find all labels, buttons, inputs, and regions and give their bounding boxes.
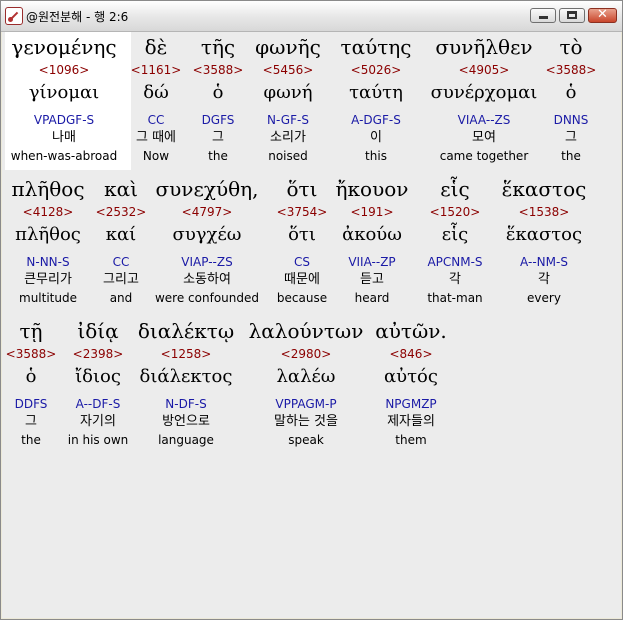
close-button[interactable]: ✕ (588, 7, 617, 23)
token-korean: 그 (565, 130, 577, 145)
token-greek: ἕκαστος (501, 177, 587, 201)
token-greek: αὐτῶν. (375, 319, 447, 343)
token-lemma: αὐτός (384, 366, 438, 387)
token-lemma: ἕκαστος (505, 224, 583, 245)
token-strong: <3588> (545, 63, 597, 77)
word-token[interactable]: τὸ <3588> ὁ DNNS 그 the (491, 32, 621, 170)
app-window: @원전분해 - 행 2:6 ✕ γενομένης <1096> γίνομαι VP… (0, 0, 623, 620)
minimize-button[interactable] (530, 8, 556, 23)
maximize-button[interactable] (559, 8, 585, 23)
interlinear-view: γενομένης <1096> γίνομαι VPADGF-S 나매 when-was… (2, 32, 621, 618)
window-title: @원전분해 - 행 2:6 (26, 10, 129, 24)
maximize-icon (567, 11, 577, 19)
token-english: them (395, 433, 427, 447)
token-english: every (527, 291, 561, 305)
word-token[interactable]: αὐτῶν. <846> αὐτός NPGMZP 제자들의 them (331, 316, 491, 454)
token-lemma: ὁ (565, 82, 577, 103)
close-icon: ✕ (597, 7, 608, 22)
token-greek: τὸ (559, 35, 583, 59)
token-morph: NPGMZP (385, 397, 437, 411)
token-korean: 각 (538, 272, 550, 287)
title-bar[interactable]: @원전분해 - 행 2:6 ✕ (1, 1, 622, 32)
token-strong: <846> (389, 347, 433, 361)
word-token[interactable]: ἕκαστος <1538> ἕκαστος A--NM-S 각 every (464, 174, 621, 312)
app-icon[interactable] (5, 7, 23, 25)
token-morph: A--NM-S (520, 255, 568, 269)
token-morph: DNNS (553, 113, 589, 127)
minimize-icon (539, 16, 548, 19)
token-korean: 제자들의 (387, 414, 435, 429)
token-strong: <1538> (518, 205, 570, 219)
token-english: the (561, 149, 581, 163)
